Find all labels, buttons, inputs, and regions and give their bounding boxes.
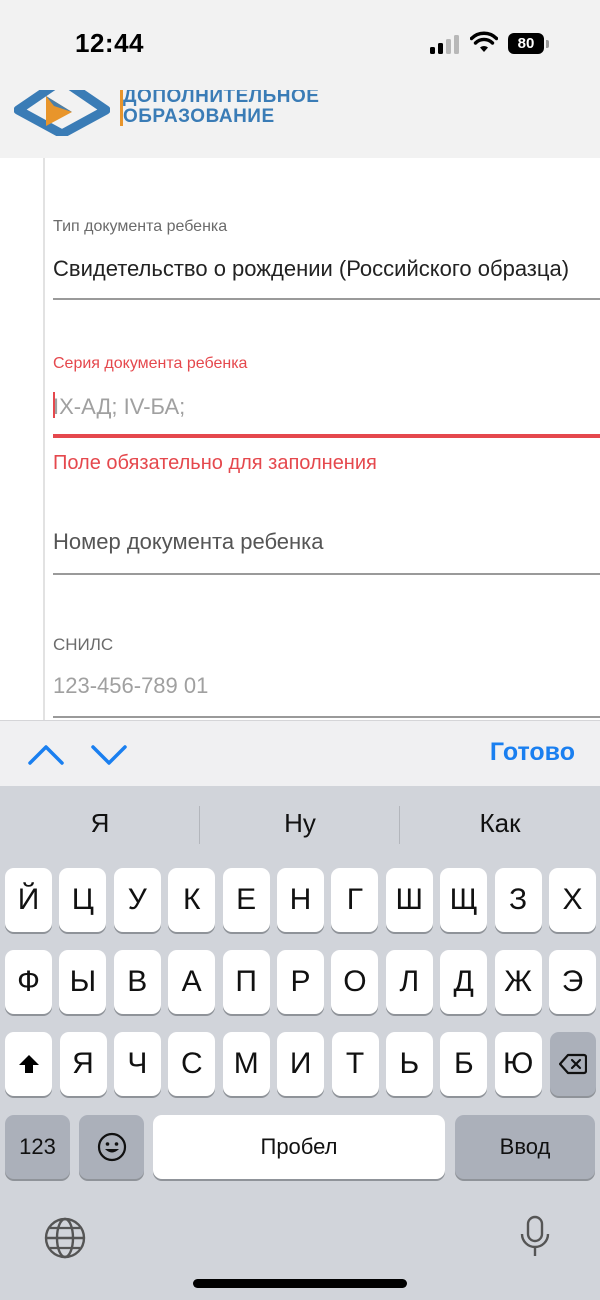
child-document-form: Тип документа ребенка Свидетельство о ро… [0,158,600,720]
letter-key[interactable]: А [168,950,216,1014]
letter-key[interactable]: Э [549,950,596,1014]
letter-key[interactable]: З [494,868,542,932]
status-bar: 12:44 80 [0,0,600,90]
letter-key[interactable]: К [168,868,216,932]
letter-key[interactable]: Ь [385,1032,433,1096]
status-time: 12:44 [75,28,144,58]
letter-key[interactable]: И [277,1032,325,1096]
emoji-key[interactable] [79,1115,144,1179]
letter-key[interactable]: М [222,1032,270,1096]
letter-key[interactable]: Б [440,1032,488,1096]
shift-icon [18,1055,39,1073]
letter-key[interactable]: В [113,950,161,1014]
letter-key[interactable]: Ц [59,868,107,932]
letter-key[interactable]: У [113,868,161,932]
battery-icon: 80 [508,33,544,54]
letter-key[interactable]: С [168,1032,216,1096]
globe-icon[interactable] [43,1216,87,1260]
done-button[interactable]: Готово [490,738,575,767]
doc-type-select[interactable]: Свидетельство о рождении (Российского об… [53,256,569,282]
letter-key[interactable]: П [222,950,270,1014]
backspace-key[interactable] [550,1032,596,1096]
doc-type-underline [53,298,600,300]
chevron-up-icon[interactable] [26,739,66,769]
letter-key[interactable]: Й [5,868,52,932]
keyboard: Я Ну Как ЙЦУКЕНГШЩЗХ ФЫВАПРОЛДЖЭ ЯЧСМИТЬ… [0,786,600,1300]
doc-series-input[interactable]: IX-АД; IV-БА; [53,394,185,420]
letter-key[interactable]: Ю [494,1032,542,1096]
wifi-icon [470,31,498,52]
snils-label: СНИЛС [53,635,114,654]
doc-number-underline [53,573,600,575]
chevron-down-icon[interactable] [89,739,129,769]
logo-icon [14,90,110,136]
letter-key[interactable]: Ш [385,868,433,932]
suggestion-2[interactable]: Ну [200,808,400,839]
screen: 12:44 80 ДОПОЛНИТЕЛЬНОЕ ОБРАЗОВАНИЕ Тип … [0,0,600,1300]
numbers-key[interactable]: 123 [5,1115,70,1179]
doc-series-underline [53,434,600,438]
suggestion-bar: Я Ну Как [0,786,600,864]
microphone-icon[interactable] [513,1214,557,1258]
emoji-icon [97,1132,126,1162]
logo-text-line2: ОБРАЗОВАНИЕ [123,106,275,127]
letter-key[interactable]: Ы [59,950,107,1014]
doc-series-label: Серия документа ребенка [53,355,248,372]
shift-key[interactable] [5,1032,52,1096]
doc-number-input[interactable]: Номер документа ребенка [53,529,324,555]
home-indicator [193,1279,407,1288]
letter-key[interactable]: Ф [5,950,52,1014]
letter-key[interactable]: Ж [494,950,542,1014]
form-left-border [43,158,45,720]
letter-key[interactable]: Р [277,950,324,1014]
letter-key[interactable]: О [331,950,379,1014]
return-key[interactable]: Ввод [455,1115,595,1179]
letter-key[interactable]: Т [331,1032,379,1096]
cellular-signal-icon [430,34,462,54]
letter-key[interactable]: Г [331,868,379,932]
letter-key[interactable]: Ч [113,1032,161,1096]
snils-input[interactable]: 123-456-789 01 [53,673,208,699]
space-key[interactable]: Пробел [153,1115,445,1179]
snils-underline [53,716,600,718]
letter-key[interactable]: Н [277,868,324,932]
letter-key[interactable]: Я [59,1032,107,1096]
letter-key[interactable]: Д [440,950,488,1014]
suggestion-3[interactable]: Как [400,808,600,839]
app-header: ДОПОЛНИТЕЛЬНОЕ ОБРАЗОВАНИЕ [0,90,600,158]
letter-key[interactable]: Щ [440,868,488,932]
doc-series-error: Поле обязательно для заполнения [53,452,377,474]
letter-key[interactable]: Х [549,868,596,932]
backspace-icon [559,1053,587,1075]
suggestion-1[interactable]: Я [0,808,200,839]
letter-key[interactable]: Л [385,950,433,1014]
doc-type-label: Тип документа ребенка [53,218,228,235]
keyboard-accessory-toolbar: Готово [0,720,600,786]
battery-tip [546,40,549,48]
letter-key[interactable]: Е [222,868,270,932]
